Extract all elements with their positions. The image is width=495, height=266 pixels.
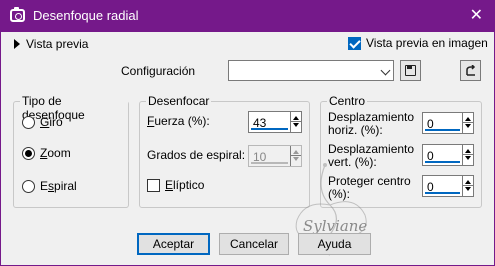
preview-in-image-label: Vista previa en imagen: [366, 36, 488, 50]
spin-down-icon: [293, 157, 299, 161]
strength-label: Fuerza (%):: [147, 114, 210, 128]
chevron-down-icon: [380, 65, 391, 76]
floppy-disk-icon: [405, 65, 416, 76]
spin-up-icon[interactable]: [465, 117, 471, 121]
config-label: Configuración: [121, 64, 196, 78]
radio-zoom[interactable]: Zoom: [22, 146, 71, 160]
spin-down-icon[interactable]: [465, 156, 471, 160]
spin-down-icon[interactable]: [465, 124, 471, 128]
reset-button[interactable]: [460, 60, 481, 81]
radio-giro-label: Giro: [40, 115, 63, 129]
window-title: Desenfoque radial: [33, 8, 139, 23]
preview-toggle-label: Vista previa: [26, 37, 89, 51]
title-bar: Desenfoque radial ✕: [0, 0, 495, 32]
spin-down-icon[interactable]: [293, 123, 299, 127]
preview-toggle[interactable]: Vista previa: [14, 37, 88, 51]
help-button[interactable]: Ayuda: [298, 233, 371, 255]
radio-espiral-label: Espiral: [40, 179, 77, 193]
protect-center-label: Proteger centro (%):: [328, 174, 411, 201]
blur-legend: Desenfocar: [146, 94, 212, 108]
radio-unchecked-icon: [22, 179, 35, 193]
preview-in-image-checkbox[interactable]: Vista previa en imagen: [348, 36, 488, 50]
cancel-button[interactable]: Cancelar: [219, 233, 289, 255]
elliptic-checkbox[interactable]: Elíptico: [147, 178, 204, 192]
spin-up-icon[interactable]: [293, 116, 299, 120]
checkbox-unchecked-icon: [147, 178, 160, 192]
strength-spinner[interactable]: 43: [248, 111, 302, 133]
radio-checked-icon: [22, 146, 35, 160]
close-icon[interactable]: ✕: [470, 5, 483, 25]
spin-up-icon[interactable]: [465, 180, 471, 184]
reset-arrow-icon: [466, 65, 476, 76]
expand-triangle-icon: [14, 39, 20, 49]
elliptic-label: Elíptico: [165, 178, 205, 192]
radio-espiral[interactable]: Espiral: [22, 179, 77, 193]
spin-up-icon[interactable]: [465, 149, 471, 153]
radio-giro[interactable]: Giro: [22, 115, 63, 129]
accept-button[interactable]: Aceptar: [137, 233, 210, 255]
horiz-offset-spinner[interactable]: 0: [422, 112, 474, 134]
spiral-degrees-label: Grados de espiral:: [147, 148, 246, 162]
radio-zoom-label: Zoom: [40, 146, 71, 160]
horiz-offset-label: Desplazamiento horiz. (%):: [328, 110, 415, 137]
radio-unchecked-icon: [22, 115, 35, 129]
spin-up-icon: [293, 150, 299, 154]
save-preset-button[interactable]: [400, 60, 421, 81]
spin-down-icon[interactable]: [465, 187, 471, 191]
spiral-degrees-spinner: 10: [248, 145, 302, 167]
vert-offset-label: Desplazamiento vert. (%):: [328, 142, 415, 169]
camera-icon: [10, 7, 25, 22]
center-legend: Centro: [327, 94, 368, 108]
config-dropdown[interactable]: [228, 60, 394, 81]
protect-center-spinner[interactable]: 0: [422, 175, 474, 197]
vert-offset-spinner[interactable]: 0: [422, 144, 474, 166]
checkbox-checked-icon: [348, 36, 361, 50]
